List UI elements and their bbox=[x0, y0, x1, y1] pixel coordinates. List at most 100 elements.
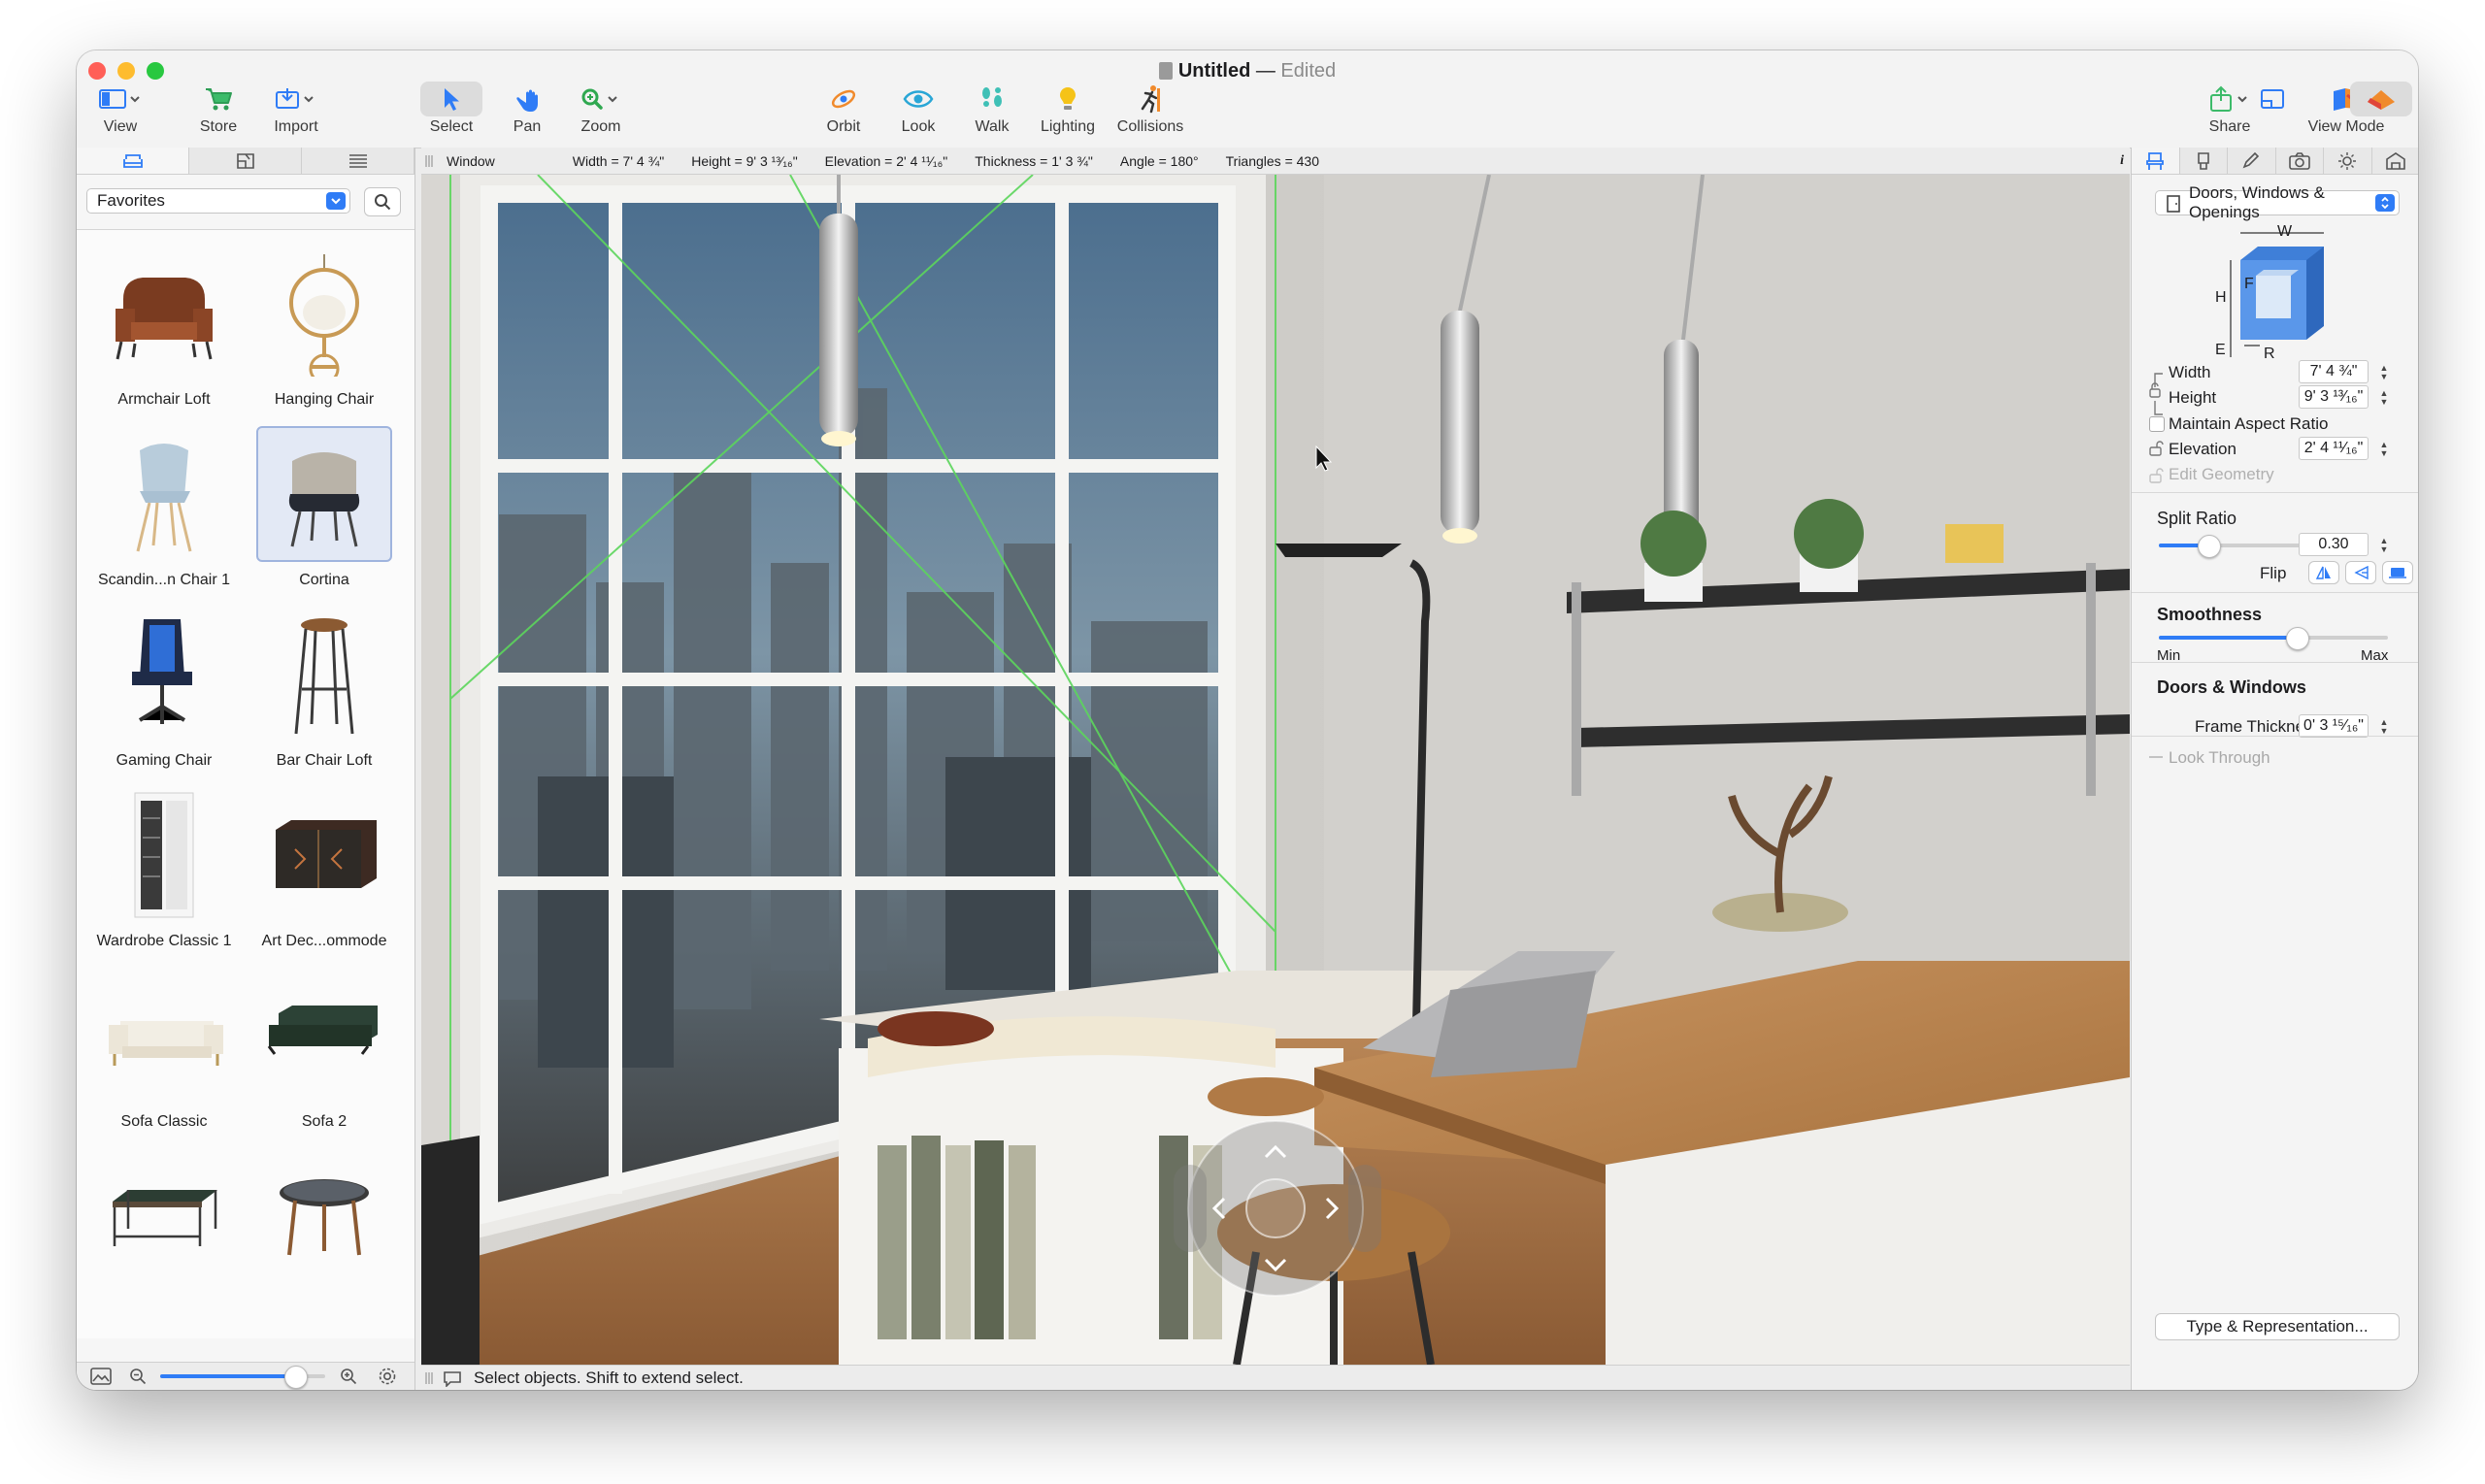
flip-both-button[interactable] bbox=[2382, 561, 2413, 584]
zoom-tool-button[interactable]: Zoom bbox=[557, 82, 645, 136]
flip-vertical-button[interactable] bbox=[2345, 561, 2376, 584]
library-item-hanging-chair[interactable]: Hanging Chair bbox=[251, 240, 397, 414]
tab-light[interactable] bbox=[2324, 148, 2372, 174]
import-label: Import bbox=[274, 118, 318, 135]
split-ratio-stepper[interactable]: ▲ ▼ bbox=[2378, 534, 2390, 557]
height-row: Height 9' 3 ¹³⁄₁₆" ▲ ▼ bbox=[2132, 384, 2418, 412]
library-item-label: Art Dec...ommode bbox=[261, 933, 387, 949]
zoom-out-icon[interactable] bbox=[129, 1368, 147, 1385]
collisions-toggle[interactable]: Collisions bbox=[1107, 82, 1194, 136]
unlock-icon bbox=[2149, 468, 2164, 483]
info-icon[interactable]: i bbox=[2120, 153, 2124, 169]
walk-tool-button[interactable]: Walk bbox=[948, 82, 1036, 136]
coffee-table-thumbnail bbox=[96, 1148, 232, 1284]
sun-icon bbox=[2338, 151, 2357, 170]
app-window: Untitled — Edited View Store Import Sele… bbox=[77, 50, 2418, 1390]
lighting-tool-button[interactable]: Lighting bbox=[1024, 82, 1111, 136]
library-item-coffee-table[interactable] bbox=[91, 1142, 237, 1317]
inspector-panel: Doors, Windows & Openings W H F E R Widt… bbox=[2131, 148, 2418, 1390]
chevron-down-icon bbox=[326, 192, 346, 210]
info-elevation: Elevation = 2' 4 ¹¹⁄₁₆" bbox=[824, 152, 948, 169]
library-item-armchair-loft[interactable]: Armchair Loft bbox=[91, 240, 237, 414]
library-sidebar: Favorites Armchair Loft Hanging Chair Sc… bbox=[77, 148, 415, 1390]
elevation-stepper[interactable]: ▲ ▼ bbox=[2378, 438, 2390, 461]
library-item-scandinavian-chair[interactable]: Scandin...n Chair 1 bbox=[91, 420, 237, 595]
3d-view-button[interactable] bbox=[2348, 82, 2414, 116]
info-object-name: Window bbox=[447, 152, 495, 169]
maintain-aspect-checkbox[interactable] bbox=[2149, 416, 2165, 432]
elevation-field[interactable]: 2' 4 ¹¹⁄₁₆" bbox=[2299, 437, 2369, 460]
commode-thumbnail bbox=[256, 787, 392, 923]
height-stepper[interactable]: ▲ ▼ bbox=[2378, 386, 2390, 410]
library-item-sofa-classic[interactable]: Sofa Classic bbox=[91, 962, 237, 1137]
library-item-round-table[interactable] bbox=[251, 1142, 397, 1317]
object-info-bar: Window Width = 7' 4 ¾" Height = 9' 3 ¹³⁄… bbox=[421, 148, 2130, 175]
gear-icon[interactable] bbox=[378, 1367, 397, 1386]
sofa-classic-thumbnail bbox=[96, 968, 232, 1104]
search-icon bbox=[375, 194, 391, 211]
document-status: Edited bbox=[1280, 60, 1337, 82]
split-ratio-field[interactable]: 0.30 bbox=[2299, 533, 2369, 556]
wardrobe-thumbnail bbox=[96, 787, 232, 923]
smoothness-slider[interactable] bbox=[2159, 627, 2388, 650]
width-field[interactable]: 7' 4 ¾" bbox=[2299, 360, 2369, 383]
armchair-thumbnail bbox=[96, 246, 232, 381]
import-button[interactable]: Import bbox=[252, 82, 340, 136]
bar-chair-thumbnail bbox=[256, 607, 392, 742]
view-icon bbox=[89, 82, 151, 116]
category-select[interactable]: Favorites bbox=[86, 188, 350, 214]
library-item-bar-chair-loft[interactable]: Bar Chair Loft bbox=[251, 601, 397, 775]
house-3d-icon bbox=[2350, 82, 2412, 116]
tab-camera[interactable] bbox=[2276, 148, 2324, 174]
library-item-cortina[interactable]: Cortina bbox=[251, 420, 397, 595]
inspector-tabs bbox=[2132, 148, 2418, 175]
search-button[interactable] bbox=[364, 187, 401, 216]
thumbnail-size-slider[interactable] bbox=[160, 1366, 325, 1389]
tab-building[interactable] bbox=[2372, 148, 2419, 174]
object-category-select[interactable]: Doors, Windows & Openings bbox=[2155, 183, 2400, 221]
library-item-wardrobe-classic[interactable]: Wardrobe Classic 1 bbox=[91, 781, 237, 956]
tab-materials[interactable] bbox=[2180, 148, 2228, 174]
slider-knob[interactable] bbox=[284, 1366, 309, 1389]
maintain-aspect-label: Maintain Aspect Ratio bbox=[2169, 414, 2329, 433]
flip-label: Flip bbox=[2260, 564, 2287, 582]
split-view-button[interactable] bbox=[2243, 82, 2302, 116]
zoom-in-icon[interactable] bbox=[340, 1368, 357, 1385]
slider-fill bbox=[160, 1374, 296, 1378]
view-button[interactable]: View bbox=[77, 82, 164, 136]
cortina-chair-thumbnail bbox=[256, 426, 392, 562]
edit-geometry-button[interactable]: Edit Geometry bbox=[2169, 465, 2274, 484]
library-item-sofa-2[interactable]: Sofa 2 bbox=[251, 962, 397, 1137]
zoom-label: Zoom bbox=[580, 118, 621, 135]
zoom-magnifier-icon bbox=[570, 82, 632, 116]
status-bar: Select objects. Shift to extend select. bbox=[421, 1365, 2130, 1390]
drag-handle-icon[interactable] bbox=[425, 1370, 433, 1386]
tab-floor-plan[interactable] bbox=[189, 148, 302, 174]
type-representation-button[interactable]: Type & Representation... bbox=[2155, 1313, 2400, 1340]
slider-knob[interactable] bbox=[2285, 627, 2309, 650]
frame-thickness-field[interactable]: 0' 3 ¹⁵⁄₁₆" bbox=[2299, 714, 2369, 738]
type-representation-label: Type & Representation... bbox=[2186, 1317, 2369, 1336]
info-thickness: Thickness = 1' 3 ¾" bbox=[975, 152, 1093, 169]
help-bubble-icon bbox=[444, 1371, 461, 1387]
flip-horizontal-button[interactable] bbox=[2308, 561, 2339, 584]
look-through-mixed-checkbox[interactable] bbox=[2149, 756, 2163, 758]
store-button[interactable]: Store bbox=[175, 82, 262, 136]
library-item-label: Armchair Loft bbox=[117, 391, 211, 408]
tab-list[interactable] bbox=[302, 148, 414, 174]
split-ratio-title: Split Ratio bbox=[2157, 509, 2237, 528]
3d-viewport[interactable] bbox=[421, 175, 2130, 1365]
tab-furniture[interactable] bbox=[77, 148, 189, 174]
height-field[interactable]: 9' 3 ¹³⁄₁₆" bbox=[2299, 385, 2369, 409]
select-tool-button[interactable]: Select bbox=[408, 82, 495, 136]
height-label: Height bbox=[2169, 388, 2217, 407]
pencil-icon bbox=[2242, 151, 2260, 168]
width-stepper[interactable]: ▲ ▼ bbox=[2378, 361, 2390, 384]
drag-handle-icon[interactable] bbox=[425, 153, 433, 169]
collisions-label: Collisions bbox=[1116, 118, 1184, 135]
library-item-art-deco-commode[interactable]: Art Dec...ommode bbox=[251, 781, 397, 956]
library-item-gaming-chair[interactable]: Gaming Chair bbox=[91, 601, 237, 775]
image-icon[interactable] bbox=[90, 1368, 112, 1385]
tab-pencil[interactable] bbox=[2228, 148, 2276, 174]
tab-object[interactable] bbox=[2132, 148, 2180, 174]
